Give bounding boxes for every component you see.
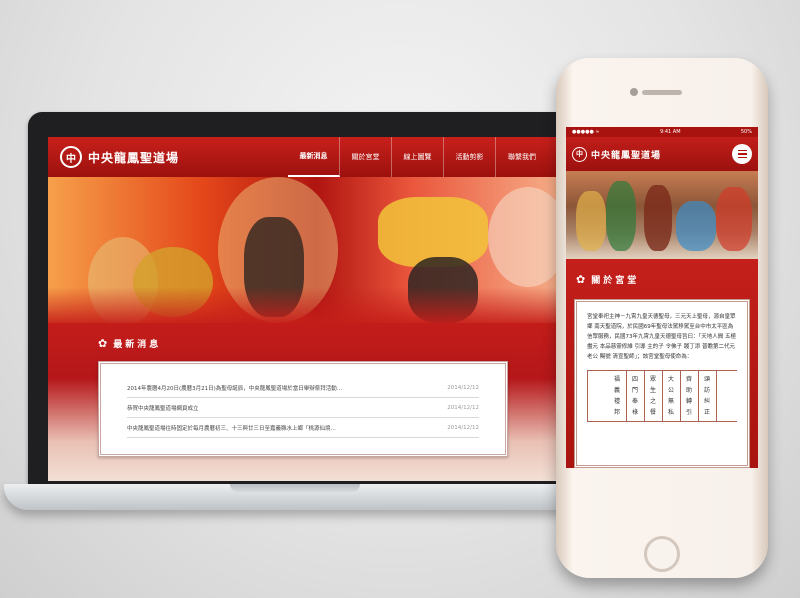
about-heading: ✿ 關於宮堂 [576,273,639,286]
nav-item-about[interactable]: 關於宮堂 [340,137,392,177]
flower-icon: ✿ [98,337,108,350]
signal-indicator: ●●●●● ≈ [572,129,600,135]
temple-logo-icon: 中 [572,146,587,162]
flower-icon: ✿ [576,273,586,286]
mobile-site-logo[interactable]: 中 中央龍鳳聖道場 [572,146,662,162]
mobile-site: ●●●●● ≈ 9:41 AM 50% 中 中央龍鳳聖道場 ✿ 關於宮堂 宮堂奉… [566,127,758,468]
news-item-date: 2014/12/12 [447,424,479,431]
mission-column: 眾生之餐 [645,371,663,421]
news-item-date: 2014/12/12 [447,384,479,391]
news-item-text: 中央龍鳳聖道場往時固定於每月農曆初三、十三與廿三日至嘉義縣水上鄉「桃源仙境… [127,425,337,432]
about-card: 宮堂奉祀主神－九霄九皇天德聖母，三元天上聖母，源自皇眾鄉 南天聖道院，於民國69… [574,299,750,468]
news-item[interactable]: 中央龍鳳聖道場往時固定於每月農曆初三、十三與廿三日至嘉義縣水上鄉「桃源仙境… 2… [127,418,479,438]
news-item-text: 恭賀中央龍鳳聖道場網頁成立 [127,405,199,412]
temple-logo-icon: 中 [60,146,82,168]
news-item-date: 2014/12/12 [447,404,479,411]
battery-level: 50% [740,129,752,135]
status-time: 9:41 AM [659,129,681,135]
laptop-notch [230,484,360,492]
main-nav: 最新消息 關於宮堂 線上圖覽 活動剪影 聯繫我們 [288,137,548,177]
mission-column: 大公無私 [663,371,681,421]
news-heading: ✿ 最新消息 [98,337,161,350]
hamburger-menu-icon[interactable] [732,144,752,164]
news-list: 2014年農曆4月20日(農曆3月21日)為聖母誕辰，中央龍鳳聖道場於當日舉辦祭… [98,361,508,457]
news-item-text: 2014年農曆4月20日(農曆3月21日)為聖母誕辰，中央龍鳳聖道場於當日舉辦祭… [127,385,343,392]
mobile-hero-image [566,171,758,259]
mobile-header: 中 中央龍鳳聖道場 [566,137,758,171]
mission-column: 福義禮邦 [609,371,627,421]
nav-item-events[interactable]: 活動剪影 [444,137,496,177]
news-item[interactable]: 恭賀中央龍鳳聖道場網頁成立 2014/12/12 [127,398,479,418]
home-button[interactable] [644,536,680,572]
news-item[interactable]: 2014年農曆4月20日(農曆3月21日)為聖母誕辰，中央龍鳳聖道場於當日舉辦祭… [127,378,479,398]
news-title: 最新消息 [113,340,162,350]
nav-item-contact[interactable]: 聯繫我們 [496,137,548,177]
site-logo[interactable]: 中 中央龍鳳聖道場 [60,146,179,168]
about-text: 宮堂奉祀主神－九霄九皇天德聖母，三元天上聖母，源自皇眾鄉 南天聖道院，於民國69… [587,314,736,360]
about-title: 關於宮堂 [591,276,640,286]
nav-item-gallery[interactable]: 線上圖覽 [392,137,444,177]
site-name: 中央龍鳳聖道場 [88,150,180,165]
about-section: ✿ 關於宮堂 宮堂奉祀主神－九霄九皇天德聖母，三元天上聖母，源自皇眾鄉 南天聖道… [566,259,758,468]
mission-column: 四門奉祿 [627,371,645,421]
news-section: ✿ 最新消息 2014年農曆4月20日(農曆3月21日)為聖母誕辰，中央龍鳳聖道… [48,323,564,481]
mission-table: 福義禮邦 四門奉祿 眾生之餐 大公無私 齊助轉引 頌訪糾正 [587,370,737,422]
mission-column: 頌訪糾正 [699,371,717,421]
hero-banner-image [48,177,564,323]
phone-speaker [642,90,682,95]
nav-item-news[interactable]: 最新消息 [288,137,340,177]
mission-column: 齊助轉引 [681,371,699,421]
camera-icon [630,88,638,96]
mobile-site-name: 中央龍鳳聖道場 [591,150,662,161]
desktop-site: 中 中央龍鳳聖道場 最新消息 關於宮堂 線上圖覽 活動剪影 聯繫我們 ✿ 最新消… [48,137,564,481]
desktop-header: 中 中央龍鳳聖道場 最新消息 關於宮堂 線上圖覽 活動剪影 聯繫我們 [48,137,564,177]
status-bar: ●●●●● ≈ 9:41 AM 50% [566,127,758,137]
